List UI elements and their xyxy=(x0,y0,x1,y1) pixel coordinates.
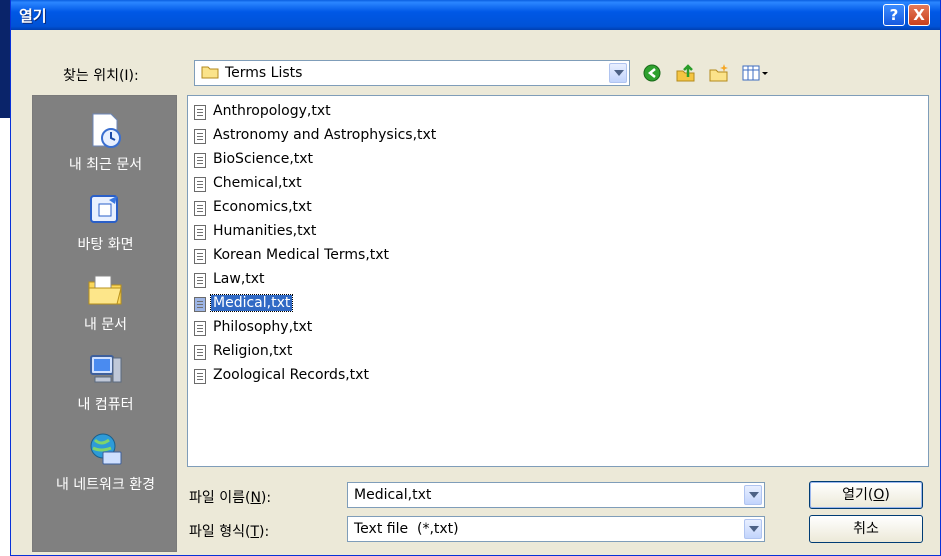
file-type-dropdown-button[interactable] xyxy=(744,519,762,539)
text-file-icon xyxy=(194,129,206,144)
file-item[interactable]: Astronomy and Astrophysics,txt xyxy=(194,125,594,149)
file-item[interactable]: Medical,txt xyxy=(194,293,594,317)
file-list[interactable]: Anthropology,txt Astronomy and Astrophysi… xyxy=(187,95,929,467)
text-file-icon xyxy=(194,321,206,336)
file-name: Zoological Records,txt xyxy=(213,367,369,383)
chevron-down-icon xyxy=(614,70,624,76)
text-file-icon xyxy=(194,153,206,168)
background-window-title xyxy=(0,0,10,118)
help-button[interactable]: ? xyxy=(883,4,905,26)
recent-documents-icon xyxy=(92,113,121,148)
open-button[interactable]: 열기(O) xyxy=(809,481,923,509)
desktop-icon xyxy=(90,195,118,223)
cancel-button[interactable]: 취소 xyxy=(809,515,923,543)
file-type-label: 파일 형식(T): xyxy=(189,524,270,540)
file-item[interactable]: Anthropology,txt xyxy=(194,101,594,125)
places-bar: 내 최근 문서바탕 화면내 문서내 컴퓨터내 네트워크 환경 xyxy=(32,95,177,552)
file-item[interactable]: Philosophy,txt xyxy=(194,317,594,341)
file-name-value: Medical,txt xyxy=(354,487,432,503)
place-my-documents[interactable]: 내 문서 xyxy=(33,264,178,344)
file-item[interactable]: Law,txt xyxy=(194,269,594,293)
place-my-computer[interactable]: 내 컴퓨터 xyxy=(33,344,178,424)
file-item[interactable]: Economics,txt xyxy=(194,197,594,221)
look-in-value: Terms Lists xyxy=(225,65,303,81)
text-file-icon xyxy=(194,345,206,360)
text-file-icon xyxy=(194,105,206,120)
text-file-icon xyxy=(194,369,206,384)
network-places-icon xyxy=(90,433,122,465)
file-name: Law,txt xyxy=(213,271,265,287)
text-file-icon xyxy=(194,201,206,216)
file-name: Medical,txt xyxy=(209,294,294,312)
file-name: Religion,txt xyxy=(213,343,293,359)
file-name: Philosophy,txt xyxy=(213,319,313,335)
file-name: Humanities,txt xyxy=(213,223,317,239)
file-name: BioScience,txt xyxy=(213,151,314,167)
new-folder-icon[interactable] xyxy=(708,63,730,83)
file-name-input[interactable]: Medical,txt xyxy=(347,482,765,508)
background-window-strip xyxy=(0,0,10,556)
file-item[interactable]: Religion,txt xyxy=(194,341,594,365)
file-item[interactable]: Zoological Records,txt xyxy=(194,365,594,389)
file-name: Anthropology,txt xyxy=(213,103,331,119)
place-network-places[interactable]: 내 네트워크 환경 xyxy=(33,424,178,504)
file-name: Chemical,txt xyxy=(213,175,302,191)
file-item[interactable]: Humanities,txt xyxy=(194,221,594,245)
place-desktop[interactable]: 바탕 화면 xyxy=(33,184,178,264)
file-name: Astronomy and Astrophysics,txt xyxy=(213,127,437,143)
look-in-label: 찾는 위치(I): xyxy=(63,68,139,84)
file-item[interactable]: Chemical,txt xyxy=(194,173,594,197)
my-computer-icon xyxy=(90,355,122,383)
file-item[interactable]: Korean Medical Terms,txt xyxy=(194,245,594,269)
my-documents-icon xyxy=(88,275,122,305)
view-menu-icon[interactable] xyxy=(741,63,771,83)
text-file-icon xyxy=(194,225,206,240)
file-name-label: 파일 이름(N): xyxy=(189,490,272,506)
place-label: 내 네트워크 환경 xyxy=(55,477,156,493)
place-label: 내 컴퓨터 xyxy=(77,397,134,413)
dialog-title: 열기 xyxy=(19,7,47,25)
open-file-dialog: 열기 ? X 찾는 위치(I): Terms Lists 내 최근 문서바탕 화… xyxy=(10,0,941,556)
file-item[interactable]: BioScience,txt xyxy=(194,149,594,173)
title-bar[interactable]: 열기 ? X xyxy=(11,0,940,30)
text-file-icon xyxy=(194,297,206,312)
up-folder-icon[interactable] xyxy=(675,63,697,83)
place-label: 내 최근 문서 xyxy=(68,157,143,173)
look-in-dropdown-button[interactable] xyxy=(609,63,627,83)
text-file-icon xyxy=(194,249,206,264)
chevron-down-icon xyxy=(749,492,759,498)
chevron-down-icon xyxy=(749,526,759,532)
folder-icon xyxy=(201,66,219,79)
file-type-select[interactable]: Text file (*,txt) xyxy=(347,516,765,542)
file-name: Economics,txt xyxy=(213,199,312,215)
close-button[interactable]: X xyxy=(908,4,930,26)
text-file-icon xyxy=(194,273,206,288)
place-label: 내 문서 xyxy=(83,317,128,333)
place-label: 바탕 화면 xyxy=(77,237,134,253)
file-type-value: Text file (*,txt) xyxy=(354,521,459,537)
place-recent-documents[interactable]: 내 최근 문서 xyxy=(33,104,178,184)
file-name: Korean Medical Terms,txt xyxy=(213,247,390,263)
text-file-icon xyxy=(194,177,206,192)
file-name-dropdown-button[interactable] xyxy=(744,485,762,505)
back-icon[interactable] xyxy=(642,63,664,83)
look-in-combobox[interactable]: Terms Lists xyxy=(194,60,630,86)
